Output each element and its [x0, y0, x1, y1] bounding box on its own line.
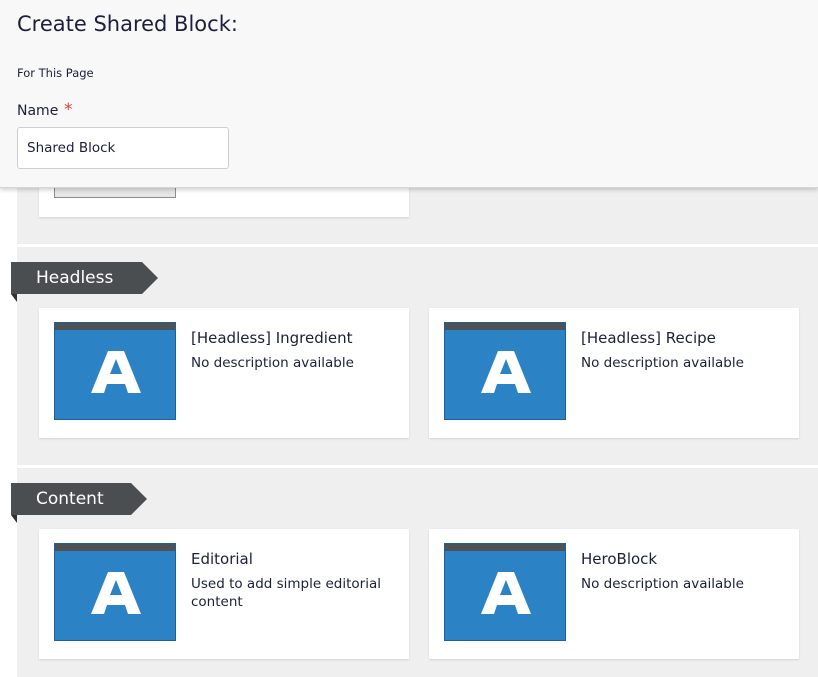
block-title: [Headless] Ingredient — [191, 329, 353, 347]
section-divider — [17, 244, 818, 247]
block-type-a-icon — [481, 572, 531, 614]
dialog-title: Create Shared Block: — [17, 12, 238, 36]
block-description: No description available — [581, 355, 744, 371]
block-thumbnail — [54, 543, 176, 641]
block-description: No description available — [191, 355, 354, 371]
block-title: Editorial — [191, 550, 253, 568]
block-description: Used to add simple editorial content — [191, 576, 381, 610]
required-indicator: * — [64, 100, 73, 120]
block-title: HeroBlock — [581, 550, 658, 568]
block-card-heroblock[interactable]: HeroBlock No description available — [429, 529, 799, 659]
block-thumbnail — [444, 322, 566, 420]
block-description: No description available — [581, 576, 744, 592]
thumbnail-titlebar — [55, 544, 175, 551]
block-card-editorial[interactable]: Editorial Used to add simple editorial c… — [39, 529, 409, 659]
scope-label: For This Page — [17, 66, 94, 80]
block-type-a-icon — [91, 572, 141, 614]
block-card-headless-ingredient[interactable]: [Headless] Ingredient No description ava… — [39, 308, 409, 438]
category-tag-content: Content — [11, 483, 147, 523]
block-card-headless-recipe[interactable]: [Headless] Recipe No description availab… — [429, 308, 799, 438]
block-type-a-icon — [481, 351, 531, 393]
block-title: [Headless] Recipe — [581, 329, 716, 347]
category-label: Content — [36, 489, 104, 509]
create-shared-block-panel: Create Shared Block: For This Page Name … — [0, 0, 818, 188]
name-field-label: Name — [17, 103, 59, 119]
block-type-a-icon — [91, 351, 141, 393]
name-input[interactable] — [17, 127, 229, 169]
thumbnail-titlebar — [445, 544, 565, 551]
section-divider — [17, 465, 818, 468]
block-thumbnail — [444, 543, 566, 641]
category-tag-headless: Headless — [11, 262, 158, 302]
category-label: Headless — [36, 268, 114, 288]
thumbnail-titlebar — [55, 323, 175, 330]
thumbnail-titlebar — [445, 323, 565, 330]
block-thumbnail — [54, 322, 176, 420]
